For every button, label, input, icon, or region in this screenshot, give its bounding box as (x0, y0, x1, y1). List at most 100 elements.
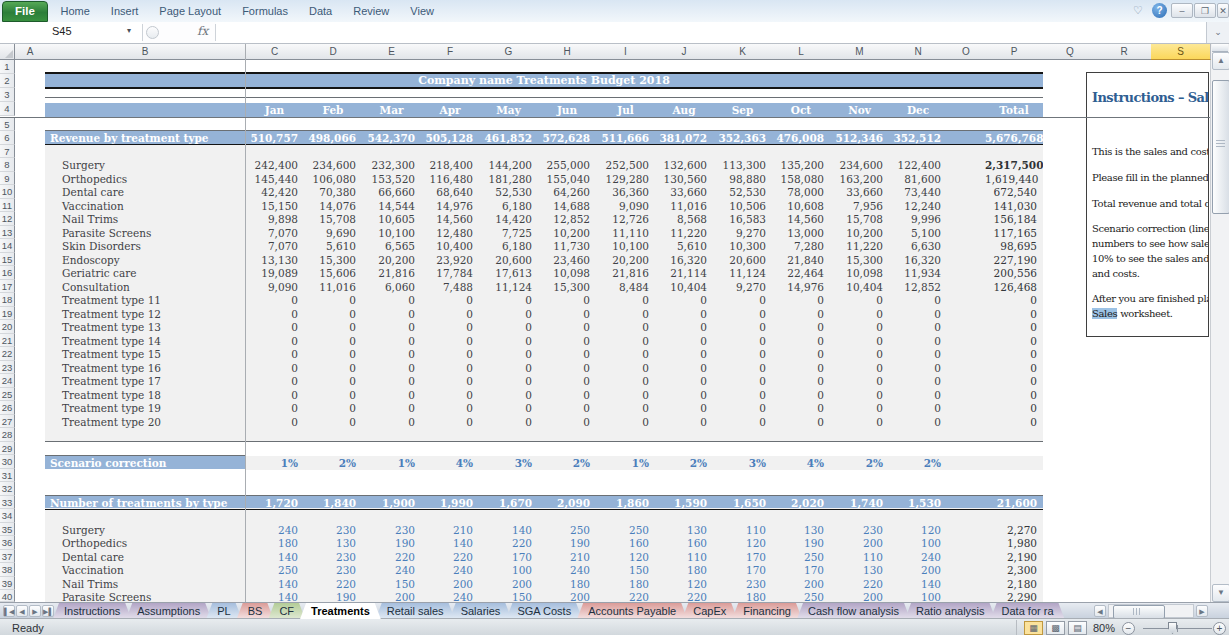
revenue-cell[interactable]: 242,400 (245, 158, 304, 172)
row-header-10[interactable]: 10 (0, 185, 15, 199)
revenue-cell[interactable]: 122,400 (889, 158, 947, 172)
zero-cell[interactable]: 0 (830, 320, 889, 334)
scenario-cell[interactable]: 2% (889, 456, 947, 470)
row-header-7[interactable]: 7 (0, 145, 15, 159)
revenue-cell[interactable]: 42,420 (245, 185, 304, 199)
row-header-37[interactable]: 37 (0, 550, 15, 564)
row-header-5[interactable]: 5 (0, 118, 15, 132)
month-header-Dec[interactable]: Dec (889, 103, 947, 117)
revenue-cell[interactable]: 14,560 (421, 212, 479, 226)
counts-total-cell[interactable]: 1,740 (830, 496, 889, 510)
counts-row-total[interactable]: 2,190 (985, 550, 1043, 564)
revenue-cell[interactable]: 9,690 (304, 226, 362, 240)
revenue-cell[interactable]: 10,100 (596, 239, 655, 253)
zero-cell[interactable]: 0 (713, 415, 772, 429)
sheet-tab-sga-costs[interactable]: SGA Costs (506, 603, 582, 619)
row-header-29[interactable]: 29 (0, 442, 15, 456)
counts-cell[interactable]: 170 (713, 550, 772, 564)
counts-row-total[interactable]: 1,980 (985, 536, 1043, 550)
sheet-tab-capex[interactable]: CapEx (682, 603, 737, 619)
counts-grand-total[interactable]: 21,600 (985, 496, 1043, 510)
zero-cell[interactable]: 0 (362, 374, 421, 388)
zero-cell[interactable]: 0 (830, 347, 889, 361)
revenue-cell[interactable]: 15,300 (830, 253, 889, 267)
revenue-cell[interactable]: 129,280 (596, 172, 655, 186)
revenue-total-cell[interactable]: 505,128 (421, 131, 479, 145)
revenue-cell[interactable]: 9,898 (245, 212, 304, 226)
zero-cell[interactable]: 0 (304, 374, 362, 388)
revenue-cell[interactable]: 98,880 (713, 172, 772, 186)
row-header-20[interactable]: 20 (0, 320, 15, 334)
month-header-Aug[interactable]: Aug (655, 103, 713, 117)
counts-row-total[interactable]: 2,300 (985, 563, 1043, 577)
zoom-slider-thumb[interactable] (1168, 622, 1177, 634)
zero-cell[interactable]: 0 (362, 334, 421, 348)
zero-cell[interactable]: 0 (713, 361, 772, 375)
zero-cell[interactable]: 0 (245, 361, 304, 375)
counts-cell[interactable]: 240 (421, 590, 479, 602)
zero-cell[interactable]: 0 (304, 415, 362, 429)
revenue-cell[interactable]: 135,200 (772, 158, 830, 172)
revenue-cell[interactable]: 7,488 (421, 280, 479, 294)
revenue-cell[interactable]: 10,404 (655, 280, 713, 294)
column-header-R[interactable]: R (1097, 44, 1152, 60)
cells-area[interactable]: Company name Treatments Budget 2018JanFe… (0, 60, 1210, 602)
row-label[interactable]: Vaccination (45, 199, 245, 213)
counts-cell[interactable]: 140 (245, 590, 304, 602)
revenue-cell[interactable]: 163,200 (830, 172, 889, 186)
zero-cell[interactable]: 0 (245, 374, 304, 388)
counts-cell[interactable]: 230 (713, 577, 772, 591)
counts-cell[interactable]: 140 (479, 523, 538, 537)
zero-cell[interactable]: 0 (304, 401, 362, 415)
revenue-cell[interactable]: 5,100 (889, 226, 947, 240)
revenue-cell[interactable]: 10,605 (362, 212, 421, 226)
counts-cell[interactable]: 140 (421, 536, 479, 550)
counts-cell[interactable]: 210 (421, 523, 479, 537)
revenue-cell[interactable]: 10,100 (362, 226, 421, 240)
revenue-cell[interactable]: 11,934 (889, 266, 947, 280)
column-header-Q[interactable]: Q (1043, 44, 1098, 60)
row-header-30[interactable]: 30 (0, 455, 15, 469)
row-header-32[interactable]: 32 (0, 482, 15, 496)
revenue-cell[interactable]: 12,726 (596, 212, 655, 226)
sheet-tab-bs[interactable]: BS (237, 603, 274, 619)
sheet-tab-assumptions[interactable]: Assumptions (126, 603, 211, 619)
zero-cell[interactable]: 0 (889, 361, 947, 375)
revenue-cell[interactable]: 7,070 (245, 226, 304, 240)
zero-cell[interactable]: 0 (421, 307, 479, 321)
zero-row-total[interactable]: 0 (985, 388, 1043, 402)
zero-cell[interactable]: 0 (245, 347, 304, 361)
counts-cell[interactable]: 190 (772, 536, 830, 550)
zero-cell[interactable]: 0 (596, 401, 655, 415)
zero-cell[interactable]: 0 (538, 415, 596, 429)
sheet-tab-treatments[interactable]: Treatments (300, 603, 381, 619)
zero-row-total[interactable]: 0 (985, 347, 1043, 361)
counts-cell[interactable]: 130 (830, 563, 889, 577)
zero-cell[interactable]: 0 (421, 320, 479, 334)
zero-cell[interactable]: 0 (304, 334, 362, 348)
row-label[interactable]: Surgery (45, 523, 245, 537)
row-header-33[interactable]: 33 (0, 496, 15, 510)
revenue-cell[interactable]: 5,610 (655, 239, 713, 253)
row-label[interactable]: Treatment type 15 (45, 347, 245, 361)
row-label[interactable]: Dental care (45, 185, 245, 199)
hscroll-right-icon[interactable]: ▶ (1196, 605, 1208, 617)
revenue-cell[interactable]: 9,270 (713, 226, 772, 240)
row-header-6[interactable]: 6 (0, 131, 15, 145)
zero-cell[interactable]: 0 (479, 401, 538, 415)
row-header-21[interactable]: 21 (0, 334, 15, 348)
zero-cell[interactable]: 0 (655, 293, 713, 307)
revenue-total-cell[interactable]: 461,852 (479, 131, 538, 145)
month-header-Mar[interactable]: Mar (362, 103, 421, 117)
sheet-tab-instructions[interactable]: Instructions (53, 603, 131, 619)
zero-cell[interactable]: 0 (655, 361, 713, 375)
scenario-cell[interactable]: 3% (479, 456, 538, 470)
column-header-G[interactable]: G (479, 44, 539, 60)
row-label[interactable]: Vaccination (45, 563, 245, 577)
column-header-E[interactable]: E (362, 44, 422, 60)
column-header-O[interactable]: O (947, 44, 986, 60)
zero-cell[interactable]: 0 (479, 334, 538, 348)
revenue-cell[interactable]: 181,280 (479, 172, 538, 186)
revenue-cell[interactable]: 5,610 (304, 239, 362, 253)
zero-cell[interactable]: 0 (421, 347, 479, 361)
